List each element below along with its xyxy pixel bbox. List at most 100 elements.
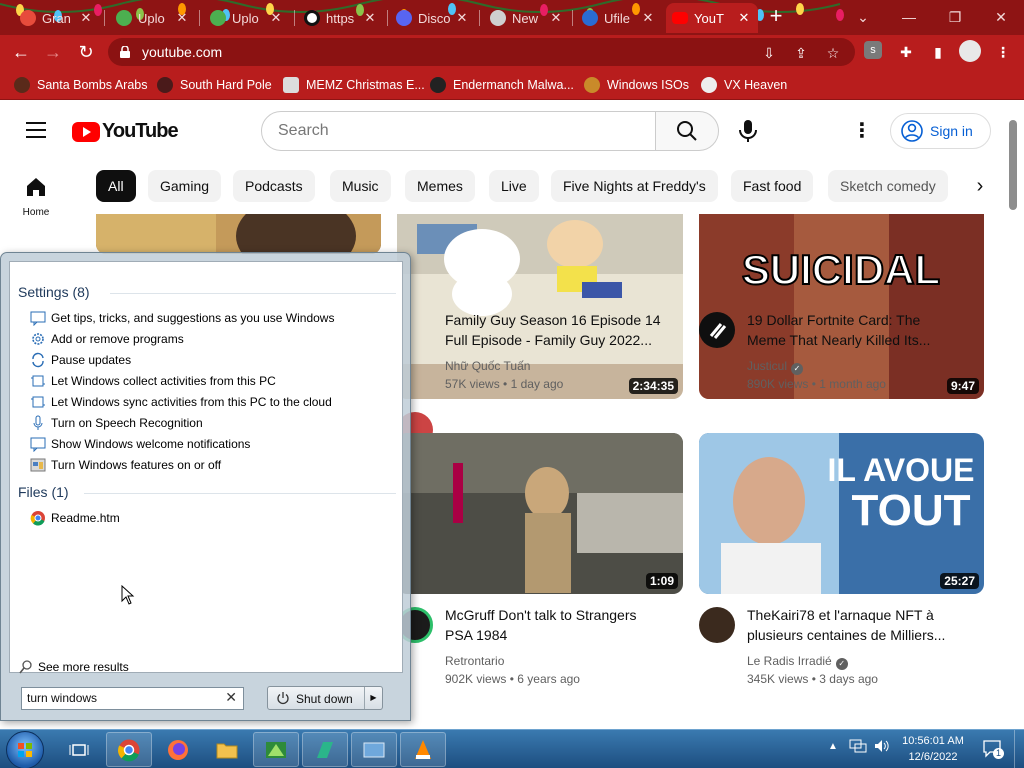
notification-center-icon[interactable]: 1: [982, 739, 1004, 759]
browser-tab[interactable]: Gran ✕: [14, 3, 100, 33]
video-title[interactable]: TheKairi78 et l'arnaque NFT à plusieurs …: [747, 605, 979, 645]
bookmark-item[interactable]: Windows ISOs: [584, 75, 689, 95]
restore-button[interactable]: ❐: [932, 0, 978, 34]
chrome-menu-icon[interactable]: ⋮: [992, 41, 1014, 63]
channel-avatar[interactable]: [699, 607, 735, 643]
extension-badge[interactable]: s: [864, 41, 882, 59]
chip-fast-food[interactable]: Fast food: [731, 170, 814, 202]
shut-down-options-arrow-icon[interactable]: ▶: [364, 687, 382, 709]
sign-in-button[interactable]: Sign in: [890, 113, 991, 149]
browser-tab[interactable]: New ✕: [484, 3, 570, 33]
show-desktop-button[interactable]: [1014, 730, 1024, 768]
forward-arrow-icon[interactable]: →: [40, 39, 66, 65]
settings-result-item[interactable]: Get tips, tricks, and suggestions as you…: [30, 308, 334, 328]
network-icon[interactable]: [849, 738, 867, 757]
new-tab-button[interactable]: +: [764, 5, 788, 29]
channel-name[interactable]: Le Radis Irradié ✓: [747, 654, 848, 670]
settings-result-item[interactable]: Show Windows welcome notifications: [30, 434, 250, 454]
voice-search-button[interactable]: [728, 111, 768, 151]
taskbar-firefox[interactable]: [155, 732, 201, 767]
chip-five-nights[interactable]: Five Nights at Freddy's: [551, 170, 718, 202]
close-tab-icon[interactable]: ✕: [736, 10, 752, 26]
video-thumbnail[interactable]: 1:09: [397, 433, 683, 594]
browser-tab[interactable]: https ✕: [298, 3, 384, 33]
side-panel-icon[interactable]: ▮: [927, 41, 949, 63]
chevron-right-icon[interactable]: ›: [966, 172, 994, 200]
start-button[interactable]: [6, 731, 44, 768]
see-more-results-link[interactable]: See more results: [18, 659, 129, 675]
close-tab-icon[interactable]: ✕: [362, 10, 378, 26]
files-results-header[interactable]: Files (1): [18, 484, 69, 500]
settings-result-item[interactable]: Turn on Speech Recognition: [30, 413, 203, 433]
address-bar[interactable]: youtube.com ⇩ ⇪ ☆: [108, 38, 855, 66]
channel-name[interactable]: Nhữ Quốc Tuấn: [445, 359, 530, 373]
settings-result-item[interactable]: Pause updates: [30, 350, 131, 370]
taskbar-vlc[interactable]: [400, 732, 446, 767]
shut-down-button[interactable]: Shut down ▶: [267, 686, 383, 710]
close-tab-icon[interactable]: ✕: [454, 10, 470, 26]
sidebar-item-home[interactable]: Home: [0, 176, 72, 218]
bookmark-item[interactable]: South Hard Pole: [157, 75, 272, 95]
close-tab-icon[interactable]: ✕: [548, 10, 564, 26]
menu-hamburger-icon[interactable]: [26, 122, 46, 138]
browser-tab[interactable]: Ufile ✕: [576, 3, 662, 33]
search-input[interactable]: Search: [261, 111, 656, 151]
close-tab-icon[interactable]: ✕: [268, 10, 284, 26]
video-title[interactable]: McGruff Don't talk to Strangers PSA 1984: [445, 605, 677, 645]
page-scrollbar[interactable]: [1009, 120, 1017, 210]
taskbar-app-teal[interactable]: [302, 732, 348, 767]
settings-result-item[interactable]: Turn Windows features on or off: [30, 455, 221, 475]
settings-more-icon[interactable]: ⋮: [850, 120, 874, 144]
close-window-button[interactable]: ✕: [978, 0, 1024, 34]
clear-search-icon[interactable]: ✕: [225, 689, 237, 706]
tray-overflow-icon[interactable]: ▲: [828, 741, 838, 752]
share-icon[interactable]: ⇪: [790, 42, 812, 64]
chip-live[interactable]: Live: [489, 170, 539, 202]
system-clock[interactable]: 10:56:01 AM 12/6/2022: [896, 733, 970, 765]
chip-memes[interactable]: Memes: [405, 170, 475, 202]
bookmark-item[interactable]: VX Heaven: [701, 75, 787, 95]
channel-name[interactable]: Retrontario: [445, 654, 504, 668]
channel-avatar[interactable]: [699, 312, 735, 348]
browser-tab[interactable]: Disco ✕: [390, 3, 476, 33]
close-tab-icon[interactable]: ✕: [174, 10, 190, 26]
reload-icon[interactable]: ↻: [73, 39, 99, 65]
video-thumbnail[interactable]: [96, 214, 381, 254]
settings-result-item[interactable]: Add or remove programs: [30, 329, 184, 349]
extensions-puzzle-icon[interactable]: ✚: [895, 41, 917, 63]
video-thumbnail[interactable]: SUICIDAL 9:47: [699, 214, 984, 399]
close-tab-icon[interactable]: ✕: [78, 10, 94, 26]
chip-sketch-comedy[interactable]: Sketch comedy: [828, 170, 948, 202]
bookmark-item[interactable]: MEMZ Christmas E...: [283, 75, 425, 95]
search-button[interactable]: [655, 111, 719, 151]
browser-tab-active[interactable]: YouT ✕: [666, 3, 758, 33]
taskbar-app-window[interactable]: [351, 732, 397, 767]
start-search-input[interactable]: turn windows ✕: [21, 687, 244, 710]
minimize-button[interactable]: —: [886, 0, 932, 34]
volume-icon[interactable]: [873, 738, 891, 757]
task-view-icon[interactable]: [56, 732, 102, 767]
profile-avatar[interactable]: [959, 40, 981, 62]
video-title[interactable]: Family Guy Season 16 Episode 14 Full Epi…: [445, 310, 677, 350]
video-thumbnail[interactable]: 2:34:35: [397, 214, 683, 399]
video-thumbnail[interactable]: IL AVOUE TOUT 25:27: [699, 433, 984, 594]
close-tab-icon[interactable]: ✕: [640, 10, 656, 26]
taskbar-chrome[interactable]: [106, 732, 152, 767]
youtube-logo[interactable]: YouTube: [72, 120, 179, 143]
settings-result-item[interactable]: Let Windows sync activities from this PC…: [30, 392, 332, 412]
bookmark-item[interactable]: Santa Bombs Arabs: [14, 75, 147, 95]
file-result-item[interactable]: Readme.htm: [30, 508, 120, 528]
bookmark-star-icon[interactable]: ☆: [822, 42, 844, 64]
channel-name[interactable]: Justicul ✓: [747, 359, 804, 375]
tab-search-icon[interactable]: ⌄: [840, 0, 886, 34]
install-app-icon[interactable]: ⇩: [758, 42, 780, 64]
chip-all[interactable]: All: [96, 170, 136, 202]
browser-tab[interactable]: Uplo ✕: [204, 3, 290, 33]
settings-results-header[interactable]: Settings (8): [18, 284, 90, 300]
video-title[interactable]: 19 Dollar Fortnite Card: The Meme That N…: [747, 310, 979, 350]
chip-podcasts[interactable]: Podcasts: [233, 170, 315, 202]
bookmark-item[interactable]: Endermanch Malwa...: [430, 75, 574, 95]
chip-music[interactable]: Music: [330, 170, 391, 202]
taskbar-app-green[interactable]: [253, 732, 299, 767]
settings-result-item[interactable]: Let Windows collect activities from this…: [30, 371, 276, 391]
